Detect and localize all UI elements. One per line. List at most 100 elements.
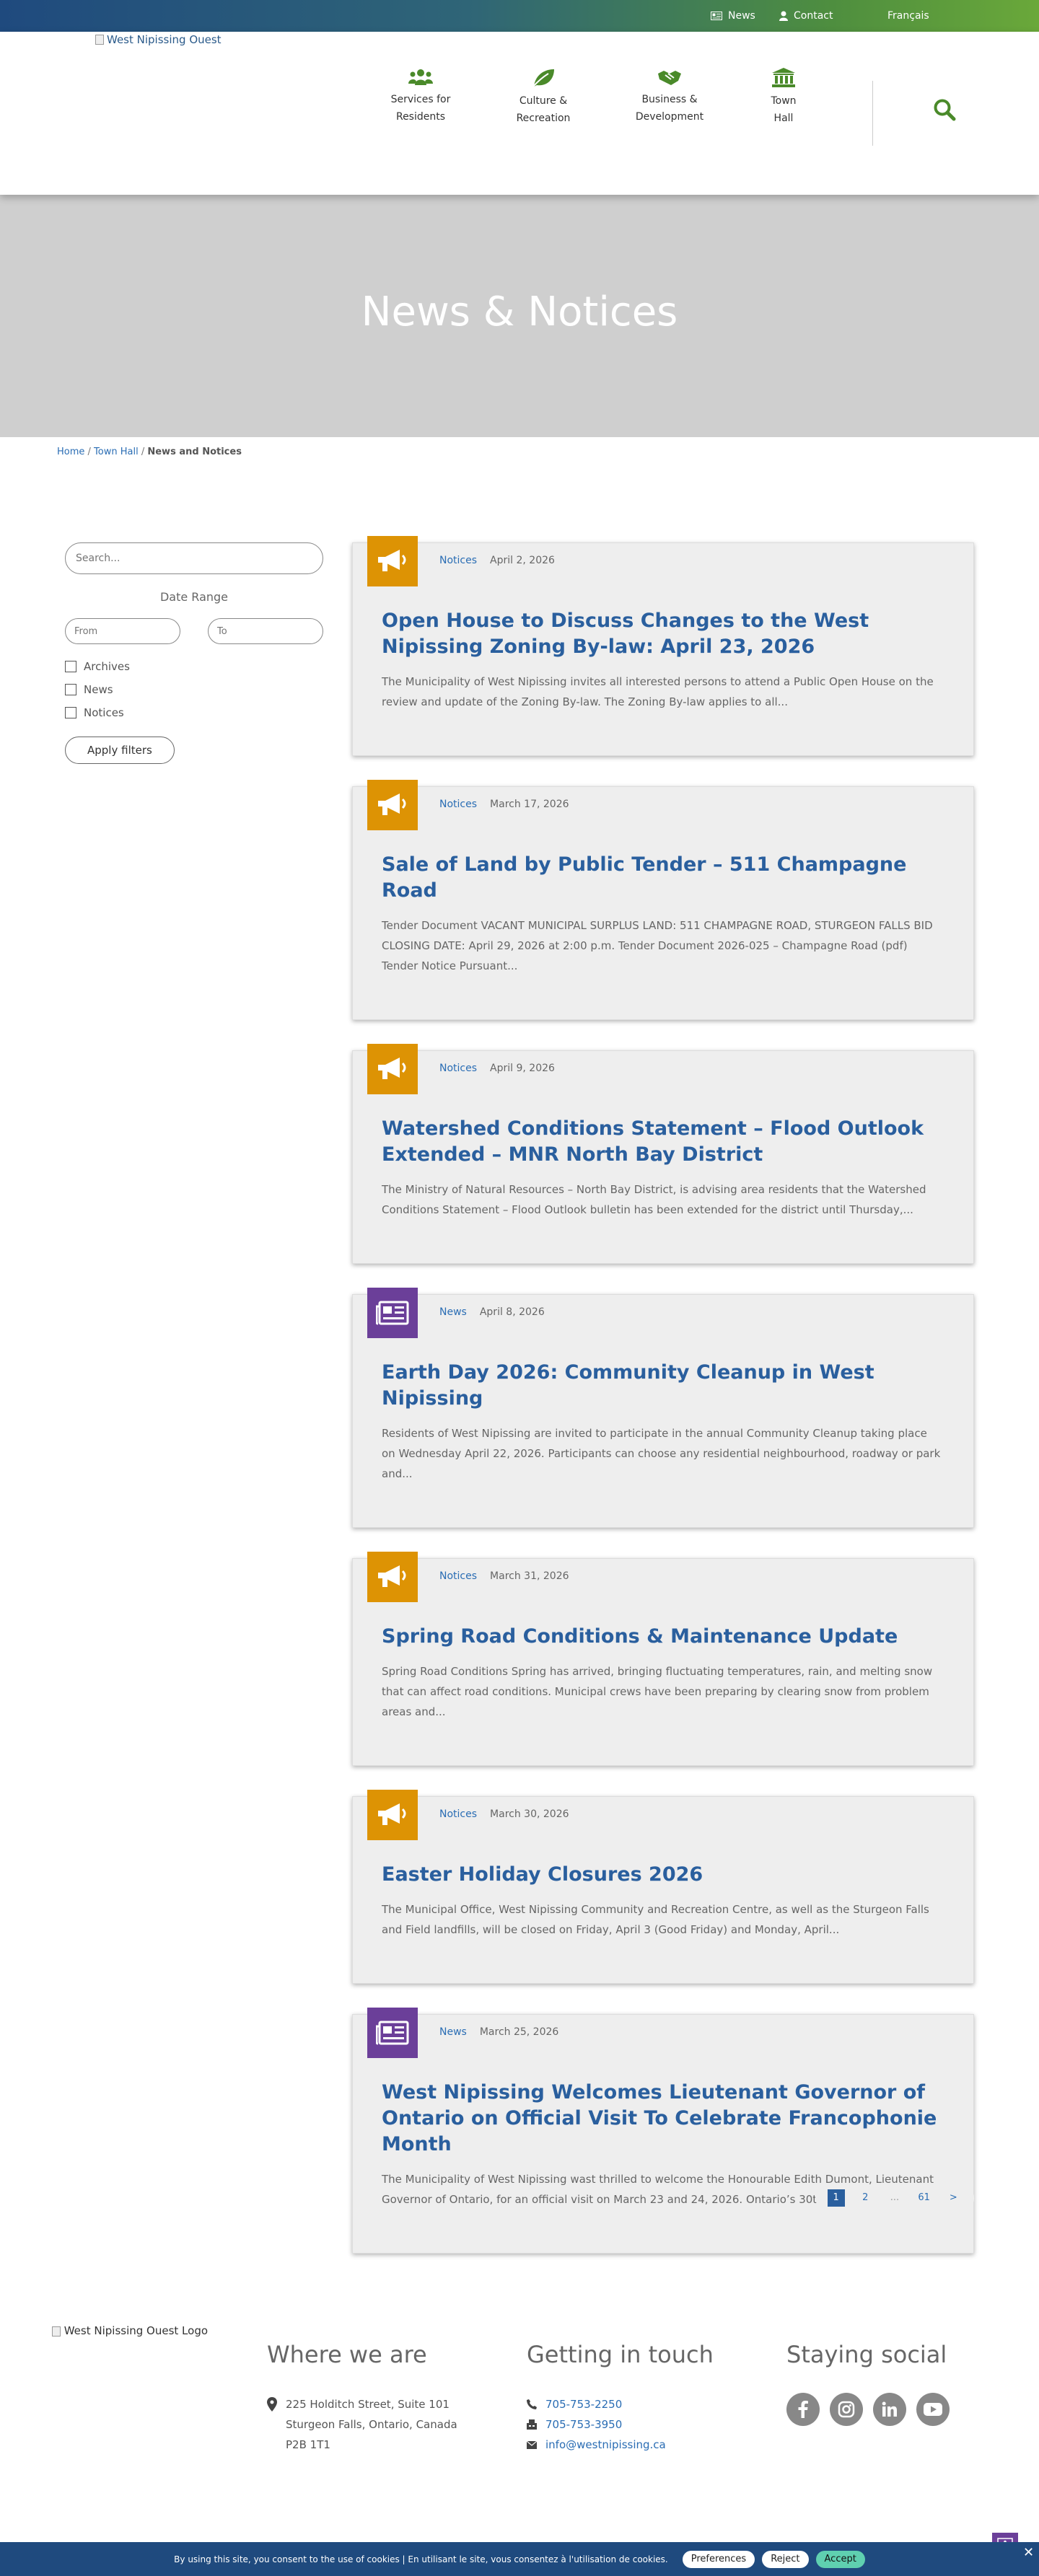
top-contact-link[interactable]: Contact xyxy=(779,10,833,22)
phone-link[interactable]: 705-753-2250 xyxy=(527,2394,714,2414)
nav-business-development[interactable]: Business & Development xyxy=(623,68,716,126)
filter-notices[interactable]: Notices xyxy=(65,706,323,719)
top-news-link[interactable]: News xyxy=(711,10,755,22)
apply-filters-button[interactable]: Apply filters xyxy=(65,737,175,764)
breadcrumb-separator: / xyxy=(84,447,95,457)
date-from-input[interactable] xyxy=(65,618,180,644)
card-category[interactable]: Notices xyxy=(439,1808,477,1820)
card-excerpt: Residents of West Nipissing are invited … xyxy=(382,1427,941,1480)
card-date: March 30, 2026 xyxy=(490,1808,569,1820)
card-excerpt: The Municipality of West Nipissing invit… xyxy=(382,675,934,708)
footer-logo-alt-text: West Nipissing Ouest Logo xyxy=(63,2324,209,2337)
search-input[interactable] xyxy=(65,542,323,574)
phone-number: 705-753-2250 xyxy=(545,2398,623,2411)
cookie-text: By using this site, you consent to the u… xyxy=(174,2554,668,2564)
page-next[interactable]: > xyxy=(944,2189,962,2207)
cookie-reject-button[interactable]: Reject xyxy=(762,2550,809,2568)
map-pin-icon xyxy=(267,2397,277,2412)
card-meta: Notices April 2, 2026 xyxy=(439,555,555,566)
header-search-button[interactable] xyxy=(933,98,956,124)
news-card[interactable]: Notices March 17, 2026 Sale of Land by P… xyxy=(352,780,974,1020)
footer-logo[interactable]: West Nipissing Ouest Logo xyxy=(43,2321,216,2340)
category-badge xyxy=(367,1790,418,1840)
card-category[interactable]: Notices xyxy=(439,555,477,566)
filter-archives[interactable]: Archives xyxy=(65,660,323,673)
megaphone-icon xyxy=(378,1058,406,1079)
pagination: 1 2 ... 61 > xyxy=(815,2185,974,2211)
breadcrumb-current: News and Notices xyxy=(147,447,242,457)
broken-image-icon xyxy=(51,2326,61,2337)
address: 225 Holditch Street, Suite 101 Sturgeon … xyxy=(267,2394,457,2455)
card-excerpt: Spring Road Conditions Spring has arrive… xyxy=(382,1665,933,1718)
news-card[interactable]: Notices April 2, 2026 Open House to Disc… xyxy=(352,536,974,756)
news-card[interactable]: Notices April 9, 2026 Watershed Conditio… xyxy=(352,1044,974,1264)
language-toggle[interactable]: Français xyxy=(887,10,929,22)
close-icon[interactable]: ✕ xyxy=(1023,2545,1034,2560)
linkedin-link[interactable] xyxy=(873,2393,906,2426)
page-last[interactable]: 61 xyxy=(916,2189,933,2207)
envelope-icon xyxy=(527,2440,537,2449)
card-date: March 31, 2026 xyxy=(490,1570,569,1582)
page-link[interactable]: 2 xyxy=(856,2189,874,2207)
news-card[interactable]: Notices March 30, 2026 Easter Holiday Cl… xyxy=(352,1790,974,1984)
email-link[interactable]: info@westnipissing.ca xyxy=(527,2435,714,2455)
category-badge xyxy=(367,1288,418,1338)
card-meta: News April 8, 2026 xyxy=(439,1306,545,1318)
filter-news[interactable]: News xyxy=(65,683,323,696)
instagram-link[interactable] xyxy=(830,2393,863,2426)
card-category[interactable]: News xyxy=(439,1306,467,1318)
nav-services-for-residents[interactable]: Services for Residents xyxy=(374,68,468,126)
user-icon xyxy=(779,11,788,21)
site-logo[interactable]: West Nipissing Ouest xyxy=(95,33,222,46)
newspaper-icon xyxy=(376,1301,409,1325)
category-badge xyxy=(367,2008,418,2058)
breadcrumb-town-hall[interactable]: Town Hall xyxy=(94,447,139,457)
checkbox[interactable] xyxy=(65,661,76,672)
footer-where: Where we are 225 Holditch Street, Suite … xyxy=(267,2341,457,2455)
news-card[interactable]: News March 25, 2026 West Nipissing Welco… xyxy=(352,2008,974,2254)
card-meta: Notices March 31, 2026 xyxy=(439,1570,569,1582)
nav-label-line1: Town xyxy=(771,95,797,107)
footer-contact: Getting in touch 705-753-2250 705-753-39… xyxy=(527,2341,714,2455)
card-category[interactable]: Notices xyxy=(439,799,477,810)
date-to-input[interactable] xyxy=(208,618,323,644)
broken-image-icon xyxy=(95,35,104,45)
phone-icon xyxy=(527,2399,537,2409)
facebook-link[interactable] xyxy=(786,2393,820,2426)
youtube-link[interactable] xyxy=(916,2393,950,2426)
nav-town-hall[interactable]: Town Hall xyxy=(737,68,830,127)
nav-culture-recreation[interactable]: Culture & Recreation xyxy=(496,68,590,127)
checkbox[interactable] xyxy=(65,684,76,695)
page-current[interactable]: 1 xyxy=(827,2189,845,2207)
newspaper-icon xyxy=(711,12,722,20)
fax-link[interactable]: 705-753-3950 xyxy=(527,2414,714,2435)
card-excerpt: Tender Document VACANT MUNICIPAL SURPLUS… xyxy=(382,919,933,972)
footer-heading: Staying social xyxy=(786,2341,947,2368)
card-category[interactable]: News xyxy=(439,2026,467,2038)
card-meta: Notices March 30, 2026 xyxy=(439,1808,569,1820)
footer-heading: Getting in touch xyxy=(527,2341,714,2368)
breadcrumb-home[interactable]: Home xyxy=(57,447,84,457)
handshake-icon xyxy=(658,71,681,85)
news-card[interactable]: News April 8, 2026 Earth Day 2026: Commu… xyxy=(352,1288,974,1528)
linkedin-icon xyxy=(882,2401,897,2417)
footer-social: Staying social xyxy=(786,2341,950,2426)
date-range-row xyxy=(65,618,323,644)
news-card[interactable]: Notices March 31, 2026 Spring Road Condi… xyxy=(352,1552,974,1766)
filter-label: Archives xyxy=(84,660,130,673)
card-category[interactable]: Notices xyxy=(439,1570,477,1582)
fax-number: 705-753-3950 xyxy=(545,2418,623,2431)
card-date: March 25, 2026 xyxy=(479,2026,559,2038)
nav-label-line1: Business & xyxy=(641,94,698,105)
newspaper-icon xyxy=(376,2021,409,2045)
megaphone-icon xyxy=(378,1565,406,1587)
cookie-accept-button[interactable]: Accept xyxy=(815,2550,865,2568)
card-date: April 8, 2026 xyxy=(479,1306,545,1318)
card-category[interactable]: Notices xyxy=(439,1063,477,1074)
top-bar: News Contact Français xyxy=(0,0,1039,32)
checkbox[interactable] xyxy=(65,707,76,718)
cookie-preferences-button[interactable]: Preferences xyxy=(682,2550,755,2568)
news-list: Notices April 2, 2026 Open House to Disc… xyxy=(352,536,974,2284)
card-excerpt: The Municipal Office, West Nipissing Com… xyxy=(382,1903,929,1936)
category-badge xyxy=(367,536,418,586)
